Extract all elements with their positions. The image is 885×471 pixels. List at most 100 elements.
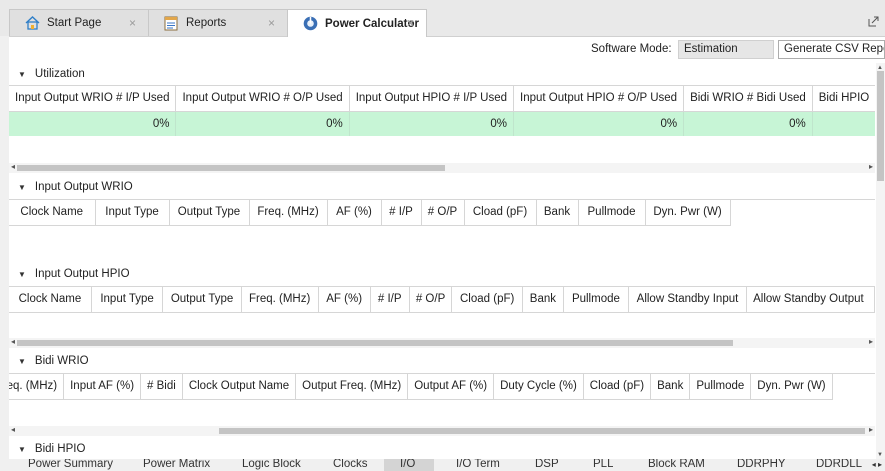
scrollbar-thumb[interactable]: [219, 428, 865, 434]
collapse-caret-icon[interactable]: ▼: [18, 445, 26, 454]
section-input-output-wrio[interactable]: ▼ Input Output WRIO: [9, 176, 875, 198]
column-header[interactable]: Pullmode: [578, 200, 646, 226]
column-header[interactable]: Input Output WRIO # I/P Used: [9, 86, 177, 112]
section-title: Input Output WRIO: [34, 181, 133, 193]
column-header[interactable]: Duty Cycle (%): [493, 374, 584, 400]
tab-power-calculator[interactable]: Power Calculator ×: [287, 9, 427, 37]
scrollbar-thumb[interactable]: [17, 165, 445, 171]
scroll-right-icon[interactable]: ▸: [869, 425, 873, 434]
column-header[interactable]: Clock Output Name: [182, 374, 297, 400]
section-bidi-wrio[interactable]: ▼ Bidi WRIO: [9, 350, 875, 372]
scroll-left-icon[interactable]: ◂: [11, 162, 15, 171]
tab-logic-block[interactable]: Logic Block: [242, 459, 301, 471]
column-header[interactable]: # I/P: [381, 200, 422, 226]
tab-power-matrix[interactable]: Power Matrix: [143, 459, 210, 471]
close-icon[interactable]: ×: [129, 16, 136, 30]
scroll-right-icon[interactable]: ▸: [869, 162, 873, 171]
generate-csv-report-button[interactable]: Generate CSV Report: [778, 40, 885, 59]
scrollbar-thumb[interactable]: [17, 340, 733, 346]
table-cell[interactable]: [812, 111, 875, 136]
section-utilization[interactable]: ▼ Utilization: [9, 63, 875, 85]
column-header[interactable]: Dyn. Pwr (W): [750, 374, 833, 400]
column-header[interactable]: Bank: [536, 200, 579, 226]
column-header[interactable]: # I/P: [370, 287, 410, 313]
tab-io-term[interactable]: I/O Term: [456, 459, 500, 471]
column-header[interactable]: Freq. (MHz): [241, 287, 319, 313]
collapse-caret-icon[interactable]: ▼: [18, 357, 26, 366]
column-header[interactable]: # O/P: [409, 287, 453, 313]
column-header[interactable]: Clock Name: [9, 287, 92, 313]
column-header[interactable]: Input Output HPIO # I/P Used: [349, 86, 515, 112]
scroll-down-icon[interactable]: ▼: [877, 452, 883, 458]
tab-dsp[interactable]: DSP: [535, 459, 559, 471]
column-header[interactable]: Allow Standby Input: [628, 287, 748, 313]
collapse-caret-icon[interactable]: ▼: [18, 270, 26, 279]
section-title: Bidi HPIO: [34, 443, 86, 455]
column-header[interactable]: Bank: [522, 287, 564, 313]
column-header[interactable]: Bidi WRIO # Bidi Used: [683, 86, 813, 112]
column-header[interactable]: Output Type: [162, 287, 242, 313]
scroll-left-icon[interactable]: ◂: [11, 337, 15, 346]
column-header[interactable]: # Bidi: [140, 374, 183, 400]
table-cell[interactable]: 0%: [513, 111, 685, 136]
close-icon[interactable]: ×: [268, 16, 275, 30]
column-header[interactable]: Bidi HPIO: [812, 86, 875, 112]
tab-reports[interactable]: Reports ×: [148, 9, 288, 36]
column-header[interactable]: Cload (pF): [451, 287, 523, 313]
tab-label: PLL: [593, 459, 614, 470]
column-header[interactable]: Input Type: [95, 200, 170, 226]
table-cell[interactable]: 0%: [175, 111, 350, 136]
tab-scroll-arrows-icon[interactable]: ◂ ▸: [872, 459, 882, 471]
column-header[interactable]: Dyn. Pwr (W): [645, 200, 731, 226]
horizontal-scrollbar[interactable]: ◂ ▸: [9, 337, 875, 348]
tab-power-summary[interactable]: Power Summary: [28, 459, 113, 471]
horizontal-scrollbar[interactable]: ◂ ▸: [9, 162, 875, 173]
table-cell[interactable]: 0%: [9, 111, 177, 136]
column-header[interactable]: Input AF (%): [63, 374, 142, 400]
tab-block-ram[interactable]: Block RAM: [648, 459, 705, 471]
table-cell[interactable]: 0%: [683, 111, 813, 136]
column-header[interactable]: Input Output WRIO # O/P Used: [175, 86, 350, 112]
column-header[interactable]: Cload (pF): [464, 200, 537, 226]
section-bidi-hpio[interactable]: ▼ Bidi HPIO: [9, 438, 875, 459]
column-header[interactable]: Pullmode: [689, 374, 752, 400]
collapse-caret-icon[interactable]: ▼: [18, 70, 26, 79]
tab-label: Start Page: [47, 17, 102, 29]
column-header[interactable]: Bank: [650, 374, 691, 400]
tab-start-page[interactable]: Start Page ×: [9, 9, 149, 36]
column-header[interactable]: Cload (pF): [583, 374, 652, 400]
horizontal-scrollbar[interactable]: ◂ ▸: [9, 425, 875, 436]
vertical-scrollbar[interactable]: ▲ ▼: [876, 63, 885, 459]
column-header[interactable]: Input Output HPIO # O/P Used: [513, 86, 685, 112]
column-header[interactable]: Freq. (MHz): [249, 200, 328, 226]
column-header[interactable]: Pullmode: [563, 287, 629, 313]
input-output-hpio-table: Clock Name Input Type Output Type Freq. …: [9, 286, 875, 338]
tab-io[interactable]: I/O: [384, 459, 434, 471]
column-header[interactable]: Allow Standby Output: [746, 287, 875, 313]
collapse-caret-icon[interactable]: ▼: [18, 183, 26, 192]
table-row[interactable]: 0% 0% 0% 0% 0%: [9, 111, 875, 136]
tab-pll[interactable]: PLL: [593, 459, 613, 471]
tab-label: Clocks: [333, 459, 368, 470]
close-icon[interactable]: ×: [407, 16, 414, 30]
scroll-left-icon[interactable]: ◂: [11, 425, 15, 434]
column-header[interactable]: Output AF (%): [407, 374, 495, 400]
column-header[interactable]: AF (%): [327, 200, 382, 226]
scroll-right-icon[interactable]: ▸: [869, 337, 873, 346]
column-header[interactable]: AF (%): [318, 287, 371, 313]
scrollbar-thumb[interactable]: [877, 71, 884, 181]
software-mode-select[interactable]: Estimation: [678, 40, 774, 59]
section-input-output-hpio[interactable]: ▼ Input Output HPIO: [9, 263, 875, 285]
table-cell[interactable]: 0%: [349, 111, 515, 136]
section-title: Utilization: [34, 68, 85, 80]
tab-ddrphy[interactable]: DDRPHY: [737, 459, 786, 471]
column-header[interactable]: # O/P: [421, 200, 465, 226]
column-header[interactable]: Output Type: [169, 200, 250, 226]
column-header[interactable]: Output Freq. (MHz): [295, 374, 409, 400]
column-header[interactable]: Clock Name: [9, 200, 96, 226]
column-header[interactable]: Input Type: [91, 287, 164, 313]
column-header[interactable]: Input Freq. (MHz): [9, 374, 65, 400]
tab-clocks[interactable]: Clocks: [333, 459, 368, 471]
tab-ddrdll[interactable]: DDRDLL: [816, 459, 862, 471]
maximize-icon[interactable]: [868, 16, 879, 27]
